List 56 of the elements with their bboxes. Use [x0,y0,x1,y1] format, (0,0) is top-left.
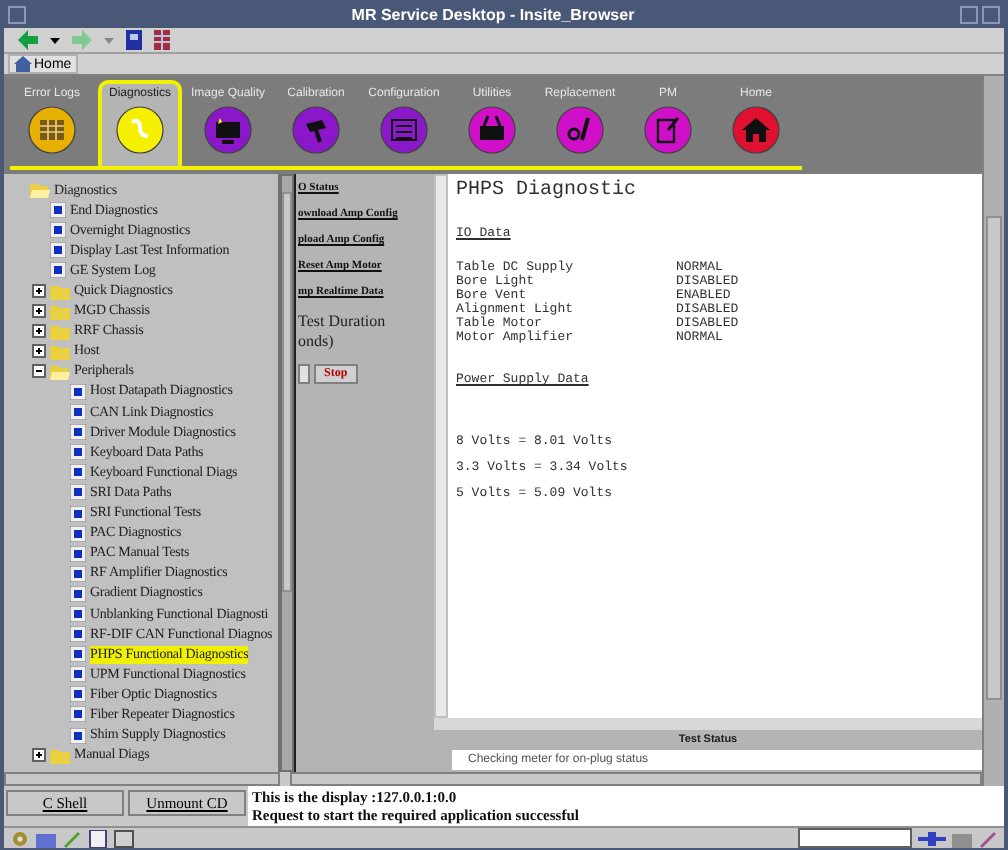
scrollbar[interactable] [280,174,294,772]
document-icon [50,222,66,239]
document-icon [70,404,86,421]
window-title: MR Service Desktop - Insite_Browser [349,5,637,23]
duration-label: Test Duration [298,312,388,330]
tool-icon [556,106,604,154]
document-icon [70,727,86,744]
monitor-icon [204,106,252,154]
back-icon[interactable] [16,30,40,50]
grid-icon[interactable] [154,30,170,50]
document-icon [70,646,86,663]
document-icon [70,525,86,542]
document-icon [70,666,86,683]
window-icon[interactable] [114,829,134,847]
home-icon [14,56,32,72]
toolbox-icon [468,106,516,154]
document-icon [70,505,86,522]
expand-icon[interactable] [32,284,46,299]
expand-icon[interactable] [32,304,46,319]
document-icon [70,585,86,602]
document-icon [70,484,86,501]
document-icon [50,202,66,219]
document-icon [70,424,86,441]
document-icon [70,383,86,400]
window-menu-button[interactable] [8,5,26,23]
duration-label: onds) [298,332,336,350]
minimize-button[interactable] [960,5,978,23]
maximize-button[interactable] [982,5,1000,23]
document-icon [70,606,86,623]
expand-icon[interactable] [32,324,46,339]
document-icon [50,242,66,259]
document-icon [70,565,86,582]
caret-icon[interactable] [50,37,60,43]
home-icon [732,106,780,154]
document-icon [70,545,86,562]
clipboard-icon [644,106,692,154]
scrollbar[interactable] [434,174,448,718]
book-icon[interactable] [124,30,144,50]
document-icon [70,626,86,643]
scrollbar[interactable] [4,772,280,786]
expand-icon[interactable] [32,344,46,359]
scrollbar[interactable] [290,772,982,786]
grid-icon [28,106,76,154]
checklist-icon [380,106,428,154]
document-title: PHPS Diagnostic [456,180,639,202]
document-icon [70,686,86,703]
input-field[interactable] [298,364,310,384]
input-field[interactable] [798,828,912,848]
gear-icon[interactable] [10,829,30,847]
document-icon [70,444,86,461]
document-icon [70,464,86,481]
document-icon [50,262,66,279]
scrollbar[interactable] [982,76,1004,786]
expand-icon[interactable] [32,748,46,763]
document-icon [70,706,86,723]
collapse-icon[interactable] [32,364,46,379]
